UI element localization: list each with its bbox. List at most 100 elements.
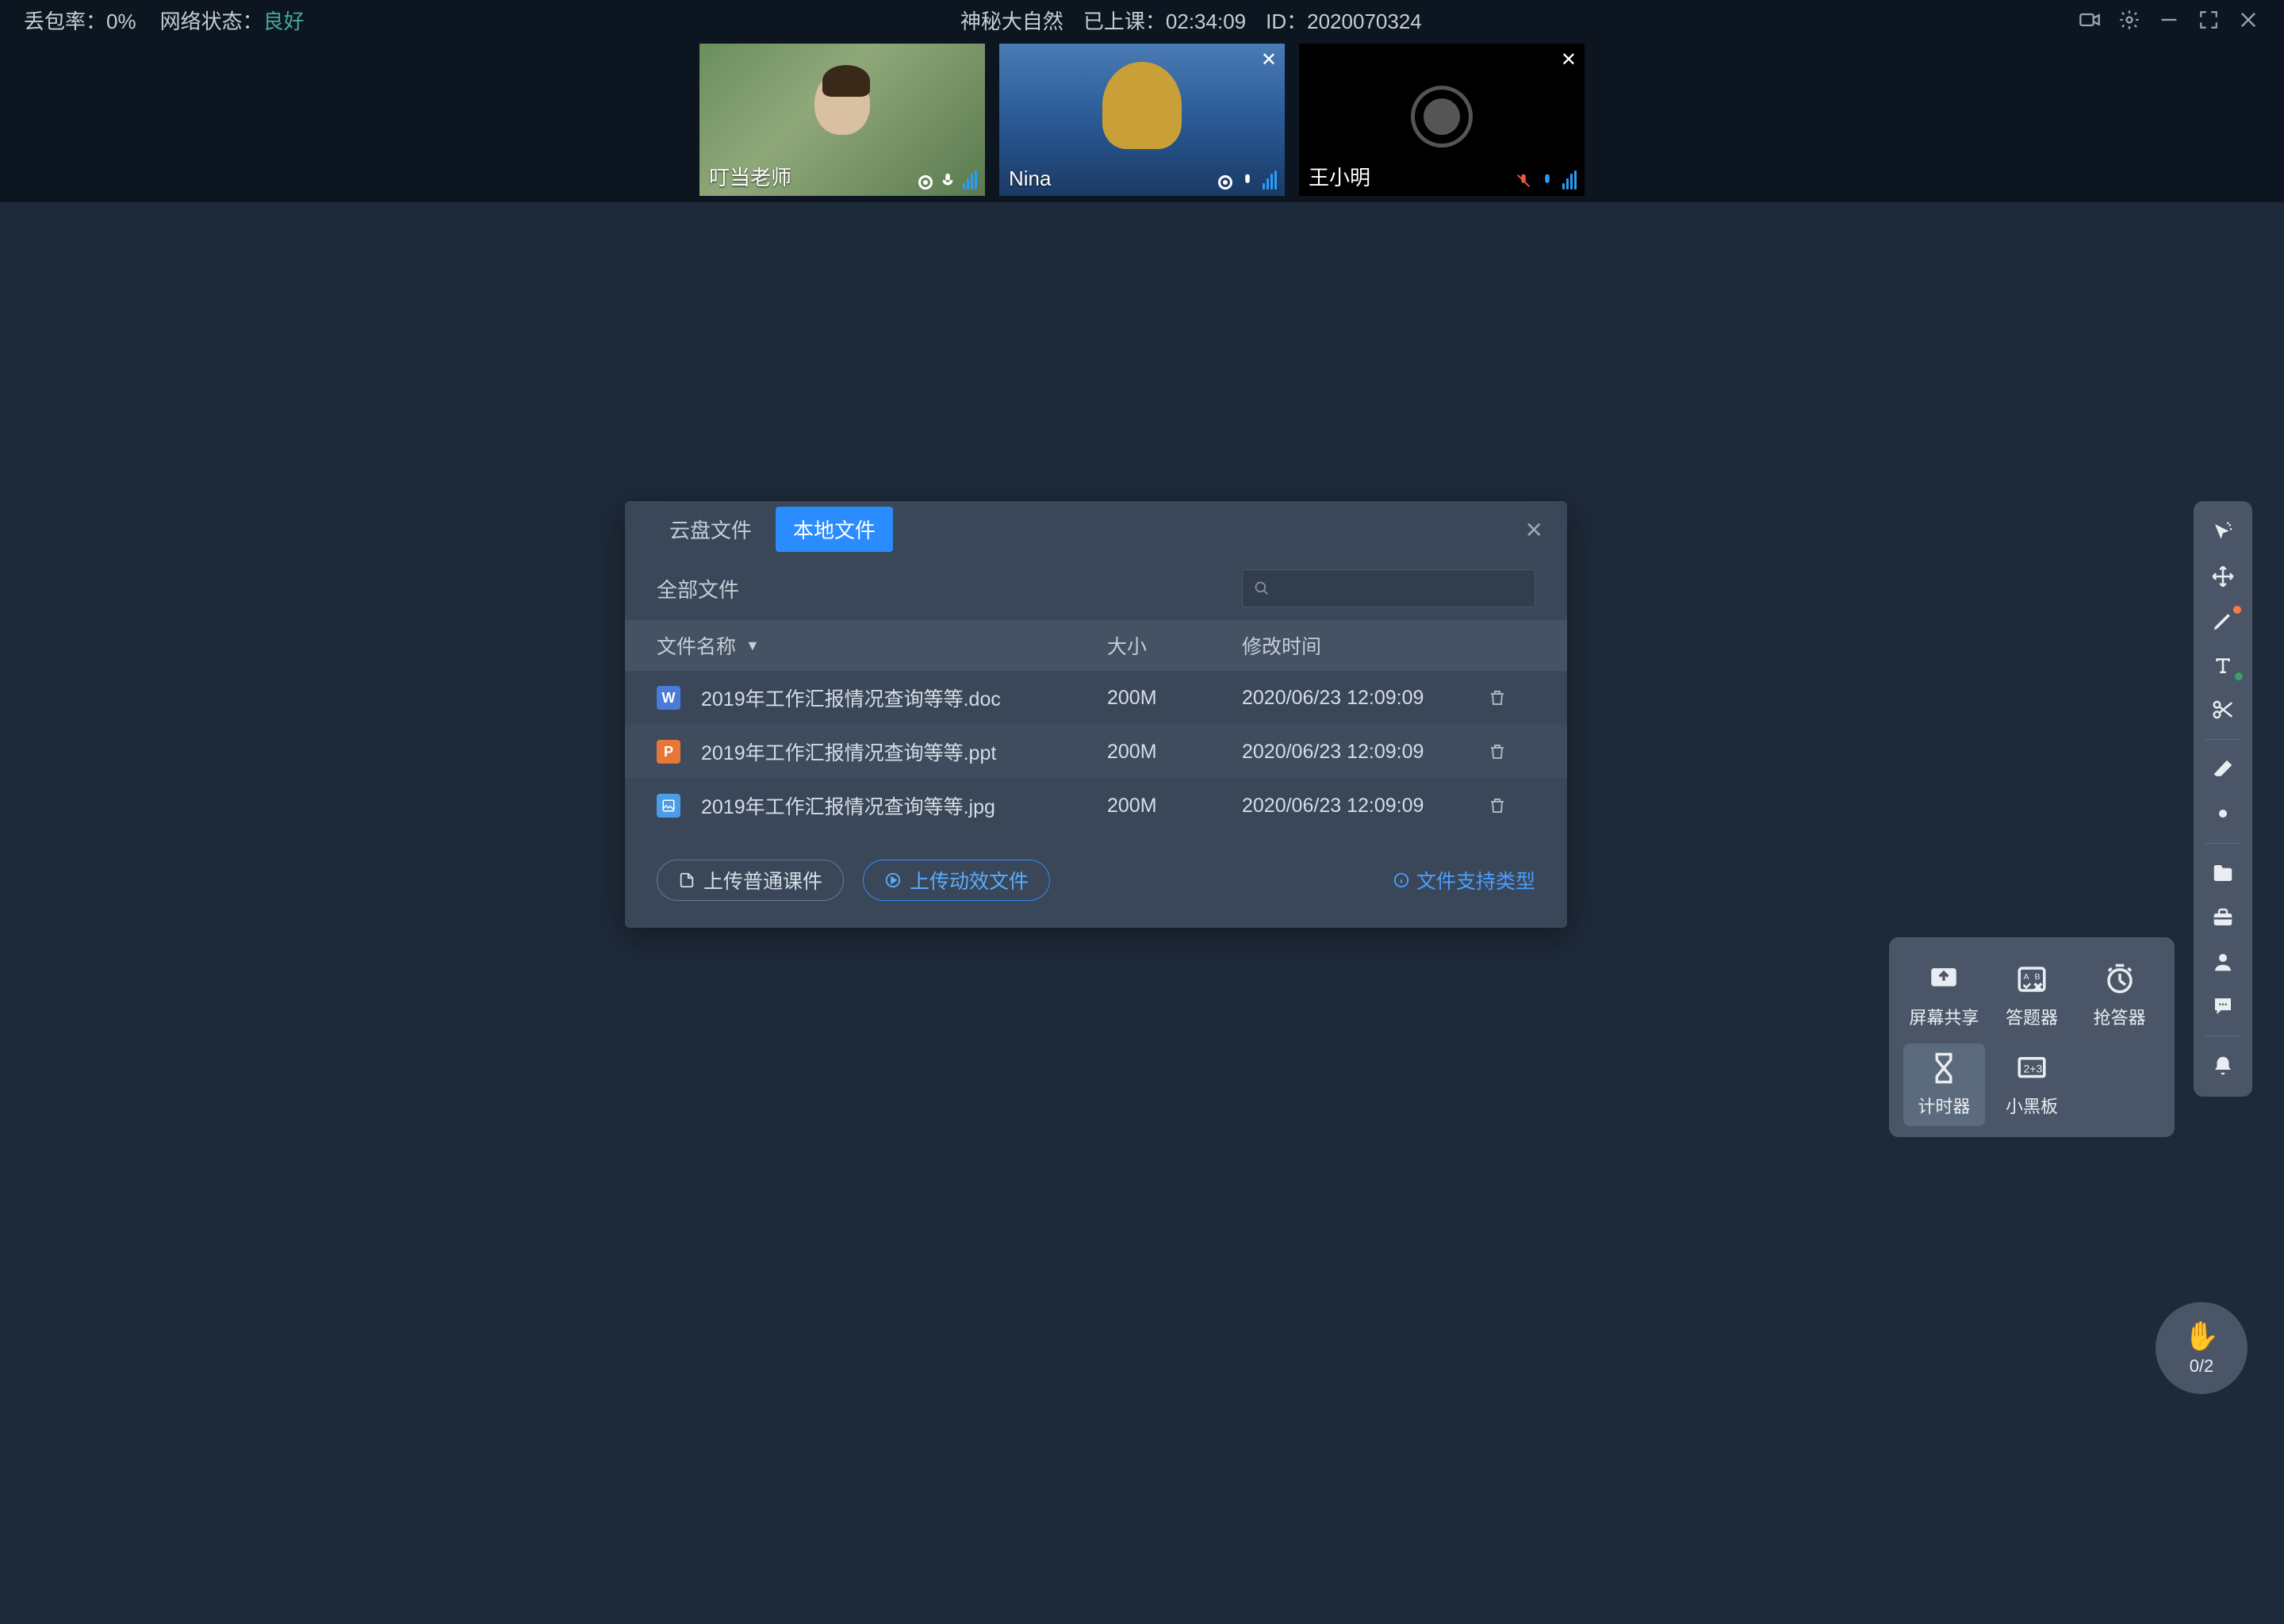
- teaching-tools-popup: 屏幕共享 AB 答题器 抢答器 计时器 2+3 小黑板: [1889, 937, 2175, 1137]
- packet-loss: 丢包率：0%: [24, 6, 136, 35]
- raise-hand-button[interactable]: ✋ 0/2: [2156, 1302, 2248, 1394]
- video-tile-teacher[interactable]: 叮当老师: [699, 44, 985, 196]
- audio-level-icon: [1562, 170, 1577, 190]
- tool-label: 计时器: [1918, 1093, 1970, 1118]
- tool-buzzer[interactable]: 抢答器: [2079, 955, 2160, 1037]
- toolbox-icon[interactable]: [2203, 898, 2243, 937]
- file-list: W 2019年工作汇报情况查询等等.doc 200M 2020/06/23 12:…: [625, 671, 1567, 833]
- image-icon: [657, 794, 680, 818]
- search-input[interactable]: [1242, 569, 1535, 607]
- raise-hand-count: 0/2: [2190, 1356, 2214, 1377]
- tile-close-icon[interactable]: ✕: [1261, 48, 1277, 71]
- close-icon[interactable]: [2236, 8, 2260, 32]
- svg-text:B: B: [2034, 972, 2040, 982]
- tool-screen-share[interactable]: 屏幕共享: [1903, 955, 1985, 1037]
- text-icon[interactable]: [2203, 645, 2243, 685]
- settings-icon[interactable]: [2117, 8, 2141, 32]
- audio-level-icon: [1263, 170, 1277, 190]
- tool-answer[interactable]: AB 答题器: [1991, 955, 2073, 1037]
- scissors-icon[interactable]: [2203, 690, 2243, 730]
- network-value: 良好: [263, 10, 305, 33]
- upload-normal-button[interactable]: 上传普通课件: [657, 860, 844, 901]
- upload-dynamic-button[interactable]: 上传动效文件: [863, 860, 1050, 901]
- supported-types-link[interactable]: 文件支持类型: [1393, 866, 1535, 894]
- file-name: 2019年工作汇报情况查询等等.jpg: [701, 791, 995, 820]
- file-row[interactable]: P2019年工作汇报情况查询等等.ppt 200M 2020/06/23 12:…: [625, 725, 1567, 779]
- document-icon: [678, 871, 696, 889]
- tool-timer[interactable]: 计时器: [1903, 1044, 1985, 1126]
- column-date[interactable]: 修改时间: [1242, 631, 1488, 660]
- id-label: ID：: [1266, 10, 1307, 33]
- file-size: 200M: [1107, 741, 1242, 764]
- file-date: 2020/06/23 12:09:09: [1242, 741, 1488, 764]
- tool-blackboard[interactable]: 2+3 小黑板: [1991, 1044, 2073, 1126]
- participant-name: 叮当老师: [709, 162, 791, 191]
- column-name[interactable]: 文件名称: [657, 631, 736, 660]
- doc-icon: W: [657, 686, 680, 710]
- dialog-tabs: 云盘文件 本地文件 ✕: [625, 501, 1567, 557]
- person-icon[interactable]: [2203, 942, 2243, 982]
- folder-icon[interactable]: [2203, 853, 2243, 893]
- tool-label: 屏幕共享: [1909, 1004, 1979, 1029]
- upload-dynamic-label: 上传动效文件: [910, 866, 1029, 894]
- packet-loss-value: 0%: [106, 10, 136, 33]
- fullscreen-icon[interactable]: [2197, 8, 2221, 32]
- tab-local-files[interactable]: 本地文件: [776, 507, 893, 552]
- dot-icon[interactable]: [2203, 794, 2243, 833]
- mic-muted-icon: [1515, 172, 1532, 190]
- blackboard-icon: 2+3: [2015, 1051, 2048, 1085]
- mic-icon: [1239, 172, 1256, 190]
- buzzer-icon: [2103, 963, 2136, 996]
- network-status: 网络状态：良好: [160, 6, 305, 35]
- file-date: 2020/06/23 12:09:09: [1242, 687, 1488, 710]
- search-icon: [1254, 580, 1270, 596]
- video-tile-student[interactable]: ✕ 王小明: [1299, 44, 1585, 196]
- delete-icon[interactable]: [1488, 796, 1535, 815]
- laser-pointer-icon[interactable]: [2203, 512, 2243, 552]
- file-name: 2019年工作汇报情况查询等等.doc: [701, 684, 1001, 712]
- tool-label: 小黑板: [2006, 1093, 2058, 1118]
- id-value: 2020070324: [1307, 10, 1422, 33]
- file-row[interactable]: 2019年工作汇报情况查询等等.jpg 200M 2020/06/23 12:0…: [625, 779, 1567, 833]
- delete-icon[interactable]: [1488, 742, 1535, 761]
- table-header: 文件名称 ▼ 大小 修改时间: [625, 620, 1567, 671]
- chat-icon[interactable]: [2203, 986, 2243, 1026]
- file-size: 200M: [1107, 795, 1242, 818]
- delete-icon[interactable]: [1488, 688, 1535, 707]
- camera-off-icon: [1411, 86, 1473, 147]
- participant-name: 王小明: [1309, 162, 1370, 191]
- upload-normal-label: 上传普通课件: [703, 866, 822, 894]
- tile-close-icon[interactable]: ✕: [1561, 48, 1577, 71]
- session-id: ID：2020070324: [1266, 6, 1422, 35]
- status-bar: 丢包率：0% 网络状态：良好 神秘大自然 已上课：02:34:09 ID：202…: [0, 0, 2284, 40]
- tool-label: 抢答器: [2094, 1004, 2146, 1029]
- eraser-icon[interactable]: [2203, 749, 2243, 789]
- file-date: 2020/06/23 12:09:09: [1242, 795, 1488, 818]
- sort-desc-icon[interactable]: ▼: [745, 638, 760, 654]
- answer-tool-icon: AB: [2015, 963, 2048, 996]
- bell-icon[interactable]: [2203, 1046, 2243, 1086]
- annotation-toolbar: [2194, 501, 2252, 1097]
- hand-icon: ✋: [2184, 1320, 2220, 1353]
- mic-icon: [1539, 172, 1556, 190]
- info-icon: [1393, 871, 1410, 889]
- mic-icon: [939, 172, 956, 190]
- dialog-close-icon[interactable]: ✕: [1525, 517, 1543, 543]
- move-icon[interactable]: [2203, 557, 2243, 596]
- video-tile-student[interactable]: ✕ Nina: [999, 44, 1285, 196]
- elapsed-label: 已上课：: [1083, 10, 1166, 33]
- packet-loss-label: 丢包率：: [24, 10, 106, 33]
- filter-label[interactable]: 全部文件: [657, 574, 1226, 603]
- file-row[interactable]: W2019年工作汇报情况查询等等.doc 200M 2020/06/23 12:…: [625, 671, 1567, 725]
- network-label: 网络状态：: [160, 10, 263, 33]
- tab-cloud-files[interactable]: 云盘文件: [652, 507, 769, 552]
- file-upload-dialog: 云盘文件 本地文件 ✕ 全部文件 文件名称 ▼ 大小 修改时间 W 2019年工作…: [625, 501, 1567, 928]
- record-icon: [918, 175, 933, 190]
- play-circle-icon: [884, 871, 902, 889]
- svg-text:A: A: [2023, 972, 2029, 982]
- elapsed-value: 02:34:09: [1166, 10, 1246, 33]
- column-size[interactable]: 大小: [1107, 631, 1242, 660]
- pen-icon[interactable]: [2203, 601, 2243, 641]
- minimize-icon[interactable]: [2157, 8, 2181, 32]
- camera-toggle-icon[interactable]: [2078, 8, 2102, 32]
